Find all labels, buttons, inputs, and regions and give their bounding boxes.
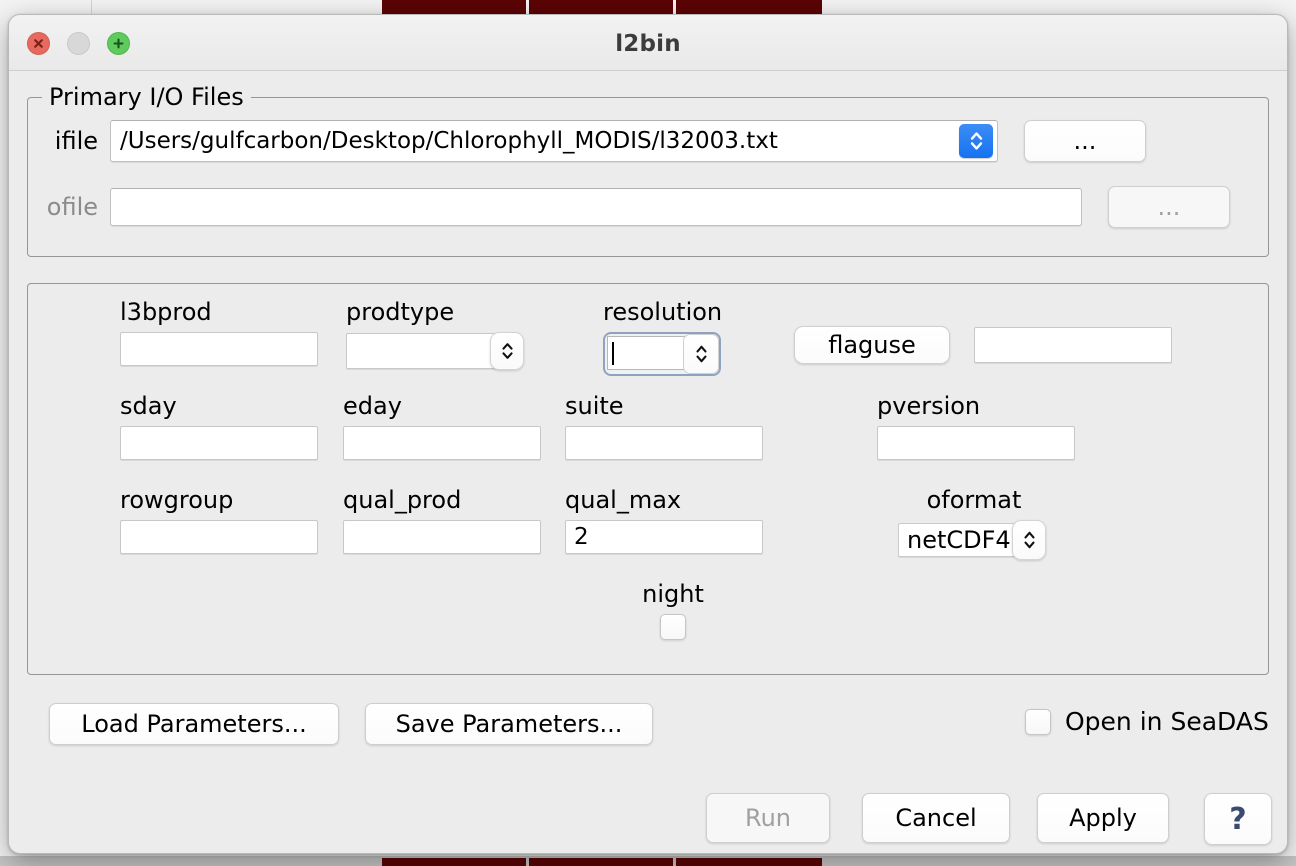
l3bprod-field-cell: l3bprod: [120, 298, 318, 366]
oformat-select[interactable]: netCDF4: [898, 520, 1046, 560]
apply-label: Apply: [1069, 804, 1137, 832]
cancel-button[interactable]: Cancel: [862, 793, 1010, 843]
qual-max-input[interactable]: 2: [565, 520, 763, 554]
night-label: night: [642, 580, 704, 608]
eday-input[interactable]: [343, 426, 541, 460]
ofile-label: ofile: [46, 193, 98, 221]
sday-label: sday: [120, 392, 177, 420]
run-button[interactable]: Run: [706, 793, 830, 843]
resolution-spinner[interactable]: [603, 332, 721, 376]
rowgroup-field-cell: rowgroup: [120, 486, 318, 554]
ifile-browse-label: ...: [1073, 127, 1097, 155]
qual-max-field-cell: qual_max 2: [565, 486, 763, 554]
ofile-row: ofile ...: [28, 186, 1268, 228]
parameters-group: l3bprod prodtype resolution flaguse sday…: [27, 283, 1269, 675]
ifile-label: ifile: [54, 127, 98, 155]
qual-prod-field-cell: qual_prod: [343, 486, 541, 554]
prodtype-select[interactable]: [346, 332, 524, 370]
open-in-seadas-checkbox[interactable]: [1025, 708, 1051, 735]
qual-prod-label: qual_prod: [343, 486, 462, 514]
ifile-input[interactable]: /Users/gulfcarbon/Desktop/Chlorophyll_MO…: [110, 120, 998, 162]
oformat-value: netCDF4: [907, 526, 1011, 554]
rowgroup-label: rowgroup: [120, 486, 234, 514]
resolution-field-cell: resolution: [603, 298, 722, 376]
prodtype-arrow-button[interactable]: [490, 332, 524, 370]
flaguse-button-label: flaguse: [828, 331, 916, 359]
background-app-strip-5: [529, 858, 673, 866]
background-app-strip-4: [382, 858, 526, 866]
l3bprod-label: l3bprod: [120, 298, 212, 326]
oformat-arrow-button[interactable]: [1012, 520, 1046, 560]
flaguse-input[interactable]: [974, 327, 1172, 363]
up-down-chevron-icon: [695, 345, 707, 363]
resolution-label: resolution: [603, 298, 723, 326]
prodtype-label: prodtype: [346, 298, 455, 326]
run-label: Run: [744, 804, 792, 832]
ifile-row: ifile /Users/gulfcarbon/Desktop/Chloroph…: [28, 120, 1268, 162]
apply-button[interactable]: Apply: [1037, 793, 1169, 843]
ofile-browse-button[interactable]: ...: [1108, 186, 1230, 228]
question-mark-icon: ?: [1229, 801, 1247, 837]
sday-input[interactable]: [120, 426, 318, 460]
l3bprod-input[interactable]: [120, 332, 318, 366]
dialog-footer: Load Parameters... Save Parameters... Op…: [27, 675, 1272, 853]
rowgroup-input[interactable]: [120, 520, 318, 554]
eday-label: eday: [343, 392, 402, 420]
background-app-strip-6: [676, 858, 822, 866]
flaguse-cell: flaguse: [794, 326, 1172, 364]
cancel-label: Cancel: [895, 804, 977, 832]
window-titlebar: l2bin: [9, 15, 1287, 71]
primary-io-files-group: Primary I/O Files ifile /Users/gulfcarbo…: [27, 83, 1269, 257]
ifile-browse-button[interactable]: ...: [1024, 120, 1146, 162]
load-parameters-label: Load Parameters...: [81, 710, 307, 738]
flaguse-button[interactable]: flaguse: [794, 326, 950, 364]
ofile-input[interactable]: [110, 188, 1082, 226]
ofile-browse-label: ...: [1157, 193, 1181, 221]
resolution-input[interactable]: [607, 336, 685, 370]
pversion-field-cell: pversion: [877, 392, 1075, 460]
suite-field-cell: suite: [565, 392, 763, 460]
load-parameters-button[interactable]: Load Parameters...: [49, 703, 339, 745]
up-down-chevron-icon: [1023, 531, 1035, 549]
save-parameters-button[interactable]: Save Parameters...: [365, 703, 653, 745]
up-down-chevron-icon: [501, 343, 513, 359]
night-field-cell: night: [603, 580, 743, 640]
oformat-field-cell: oformat netCDF4: [898, 486, 1050, 560]
help-button[interactable]: ?: [1204, 793, 1272, 845]
up-down-chevron-icon: [970, 132, 982, 150]
oformat-label: oformat: [926, 486, 1022, 514]
eday-field-cell: eday: [343, 392, 541, 460]
open-in-seadas-label: Open in SeaDAS: [1065, 707, 1269, 736]
ifile-stepper-button[interactable]: [959, 124, 993, 158]
text-caret: [612, 342, 614, 365]
save-parameters-label: Save Parameters...: [395, 710, 623, 738]
pversion-label: pversion: [877, 392, 981, 420]
open-in-seadas-row[interactable]: Open in SeaDAS: [1025, 707, 1269, 736]
suite-input[interactable]: [565, 426, 763, 460]
qual-prod-input[interactable]: [343, 520, 541, 554]
qual-max-value: 2: [574, 524, 589, 550]
suite-label: suite: [565, 392, 624, 420]
l2bin-dialog-window: l2bin Primary I/O Files ifile /Users/gul…: [8, 14, 1288, 854]
primary-io-files-legend: Primary I/O Files: [42, 83, 251, 111]
window-title: l2bin: [615, 31, 681, 57]
pversion-input[interactable]: [877, 426, 1075, 460]
night-checkbox[interactable]: [660, 614, 686, 640]
resolution-arrow-button[interactable]: [683, 334, 719, 374]
qual-max-label: qual_max: [565, 486, 682, 514]
dialog-content: Primary I/O Files ifile /Users/gulfcarbo…: [9, 83, 1287, 853]
ifile-value: /Users/gulfcarbon/Desktop/Chlorophyll_MO…: [120, 128, 778, 154]
sday-field-cell: sday: [120, 392, 318, 460]
prodtype-field-cell: prodtype: [346, 298, 524, 370]
